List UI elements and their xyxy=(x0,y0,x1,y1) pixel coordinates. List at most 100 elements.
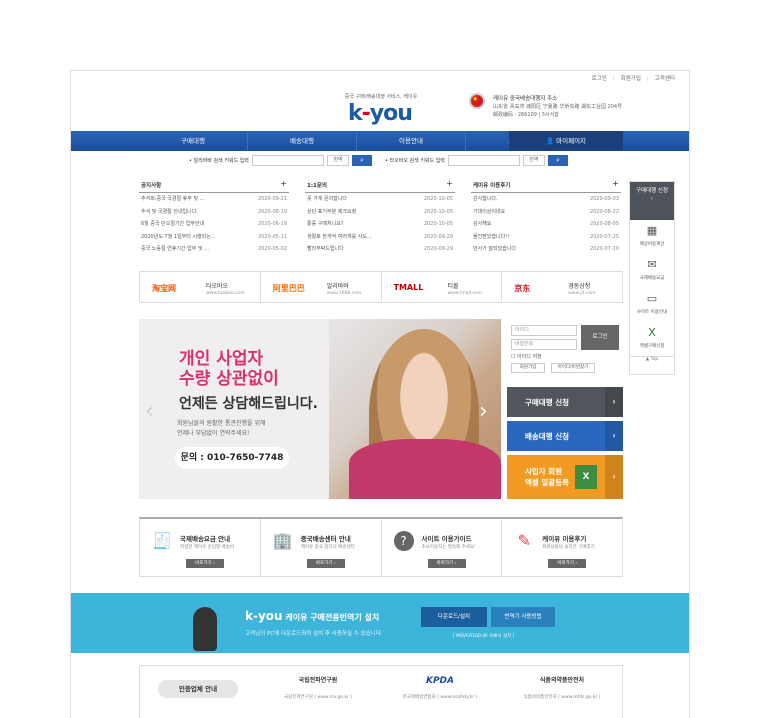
top-button[interactable]: ▲ Top xyxy=(630,356,674,366)
chevron-right-icon: › xyxy=(605,421,623,451)
list-item[interactable]: 중국 노동절 연휴기간 업무 및 ... 2020-05-02 xyxy=(139,243,289,256)
list-item[interactable]: 통증 구매처니요? 2020-10-05 xyxy=(305,218,455,231)
list-item[interactable]: 감사해요 2020-08-05 xyxy=(471,218,621,231)
alibaba-search-input[interactable] xyxy=(251,155,324,166)
page-frame: 로그인 회원가입 고객센터 중국 구매/배송대행 서비스, 케이유 k-you … xyxy=(70,70,690,718)
taobao-search-label: • 타오바오 검색 키워드 입력 xyxy=(385,158,445,164)
list-item[interactable]: 만사가 잘되었습니다 2020-07-10 xyxy=(471,243,621,256)
building-icon: 🏢 xyxy=(272,531,293,550)
translator-title: k-you 케이유 구매전용번역기 설치 xyxy=(245,609,380,623)
purchase-apply-button[interactable]: 구매대행 신청 › xyxy=(507,387,623,417)
more-icon[interactable]: + xyxy=(612,179,619,188)
alibaba-search-label: • 알리바바 검색 키워드 입력 xyxy=(189,158,249,164)
board-title: 1:1문의 xyxy=(307,183,327,189)
main-nav: 구매대행 배송대행 이용안내 고객센터 👤 마이페이지 xyxy=(71,131,689,151)
list-item[interactable]: 생활로 한개씩 여러개를 사도... 2020-09-29 xyxy=(305,231,455,244)
taobao-search-icon[interactable]: ⌕ xyxy=(547,155,568,166)
site-logo[interactable]: k-you xyxy=(348,101,413,126)
alibaba-logo: 阿里巴巴 xyxy=(272,284,305,293)
address-zip: 邮政编码 : 266109 | 5사서함 xyxy=(493,112,559,118)
alibaba-search-icon[interactable]: ⌕ xyxy=(351,155,372,166)
shop-taobao[interactable]: 淘宝网 타오바오 www.taobao.com xyxy=(140,272,261,302)
more-icon[interactable]: + xyxy=(446,179,453,188)
go-button[interactable]: 바로가기 › xyxy=(186,559,224,568)
go-button[interactable]: 바로가기 › xyxy=(548,559,587,568)
go-button[interactable]: 바로가기 › xyxy=(427,559,466,568)
dll-link[interactable]: [ MSVCR100.dll 오류시 설치 ] xyxy=(453,633,514,639)
certification: 인증업체 안내 국립전파연구원 국립전파연구원 ( www.rra.go.kr … xyxy=(139,665,623,718)
list-item[interactable]: 추석회:중국 국경절 휴무 및 ... 2020-09-21 xyxy=(139,193,289,206)
address-line: 山东省 青岛市 城阳区 宁夏路 华侨东路 湖东工业园 204号 xyxy=(493,104,623,110)
cert-mfds[interactable]: 식품의약품안전처 식품의약품안전처 ( www.mfds.go.kr ) xyxy=(504,674,620,700)
nav-purchase[interactable]: 구매대행 xyxy=(139,131,248,151)
alibaba-search: • 알리바바 검색 키워드 입력 번역 ⌕ xyxy=(189,155,372,166)
password-field[interactable]: 비밀번호 xyxy=(511,339,577,350)
find-account-button[interactable]: 아이디/비번찾기 xyxy=(551,363,595,373)
monitor-icon: ▭ xyxy=(646,292,658,305)
taobao-logo: 淘宝网 xyxy=(152,284,176,293)
prev-arrow-icon[interactable]: ‹ xyxy=(145,399,154,424)
list-item[interactable]: 감사합니다. 2020-09-03 xyxy=(471,193,621,206)
mfds-logo: 식품의약품안전처 xyxy=(539,677,585,684)
sidebar-item-estimate[interactable]: ▦ 예상비용계산 xyxy=(630,220,674,254)
list-item[interactable]: 추석 및 국경절 안내입니다. 2020-08-19 xyxy=(139,206,289,219)
brand-slogan: 중국 구매/배송대행 서비스, 케이유 xyxy=(344,94,418,100)
quick-sidebar: 구매대행 신청 › ▦ 예상비용계산 ✉ 국제배송요금 ▭ 사이트 이용안내 X 엑셀구매… xyxy=(629,181,675,375)
sidebar-purchase-apply[interactable]: 구매대행 신청 › xyxy=(630,182,674,220)
shop-tmall[interactable]: TMALL 티몰 www.tmall.com xyxy=(382,272,503,302)
join-button[interactable]: 회원가입 xyxy=(511,363,545,373)
shop-links: 淘宝网 타오바오 www.taobao.com 阿里巴巴 알리바바 www.16… xyxy=(139,271,623,303)
cs-link[interactable]: 고객센터 xyxy=(647,74,675,82)
list-item[interactable]: 6월 중국 단오절기간 업무안내 2020-06-19 xyxy=(139,218,289,231)
main-banner[interactable]: 개인 사업자 수량 상관없이 언제든 상담해드립니다. 회원님들의 원활한 통관진… xyxy=(139,319,501,499)
taobao-search-input[interactable] xyxy=(447,155,520,166)
cert-rra[interactable]: 국립전파연구원 국립전파연구원 ( www.rra.go.kr ) xyxy=(260,674,376,700)
save-id-checkbox[interactable]: ☐ 아이디 저장 xyxy=(511,353,621,360)
banner-desc: 회원님들의 원활한 통관진행을 위해 언제나 부담없이 연락주세요! xyxy=(177,420,266,437)
receipt-icon: 🧾 xyxy=(152,531,172,550)
cert-kpda[interactable]: KPDA 한국택배업연합회 ( www.ksafety.kr ) xyxy=(382,674,498,700)
join-link[interactable]: 회원가입 xyxy=(613,74,641,82)
howto-button[interactable]: 번역기 사용방법 xyxy=(491,607,555,627)
sidebar-item-shipping-fee[interactable]: ✉ 국제배송요금 xyxy=(630,254,674,288)
go-button[interactable]: 바로가기 › xyxy=(306,559,345,568)
nav-shipping[interactable]: 배송대행 xyxy=(248,131,357,151)
nav-guide[interactable]: 이용안내 xyxy=(357,131,466,151)
translator-banner: k-you 케이유 구매전용번역기 설치 고객님의 PC에 다운로드하여 설치 … xyxy=(71,593,689,653)
login-button[interactable]: 로그인 xyxy=(581,325,619,350)
info-shipping-fee: 🧾 국제배송요금 안내 저렴한 케이유 운임별 배송비 바로가기 › xyxy=(140,519,261,576)
list-item[interactable]: 물건받았습니다!! 2020-07-25 xyxy=(471,231,621,244)
consultant-photo xyxy=(329,319,501,499)
list-item[interactable]: 상단 표기부분 체크요청 2020-10-05 xyxy=(305,206,455,219)
login-link[interactable]: 로그인 xyxy=(592,74,607,82)
jd-logo: 京东 xyxy=(514,284,531,293)
kpda-logo: KPDA xyxy=(425,676,454,686)
nav-mypage[interactable]: 👤 마이페이지 xyxy=(509,131,623,151)
excel-icon: X xyxy=(648,326,656,339)
login-box: 아이디 비밀번호 로그인 ☐ 아이디 저장 회원가입 아이디/비번찾기 xyxy=(511,325,621,381)
shop-jd[interactable]: 京东 경동상청 www.jd.com xyxy=(502,272,622,302)
shipping-apply-button[interactable]: 배송대행 신청 › xyxy=(507,421,623,451)
rra-logo: 국립전파연구원 xyxy=(298,677,338,684)
address-title: 케이유 중국배송대행지 주소 xyxy=(493,96,558,102)
list-item[interactable]: 빨리부탁드립니다 2020-09-29 xyxy=(305,243,455,256)
excel-upload-button[interactable]: 사업자 회원 엑셀 일괄등록 X › xyxy=(507,455,623,499)
id-field[interactable]: 아이디 xyxy=(511,325,577,336)
excel-icon: X xyxy=(575,465,597,489)
sidebar-item-guide[interactable]: ▭ 사이트 이용안내 xyxy=(630,288,674,322)
board-qna: 1:1문의 + 옷 가게 문의합니다 2020-10-05 상단 표기부분 체크요청… xyxy=(305,179,455,256)
list-item[interactable]: 옷 가게 문의합니다 2020-10-05 xyxy=(305,193,455,206)
list-item[interactable]: 2020년도 7월 1일부터 시행되는... 2020-05-11 xyxy=(139,231,289,244)
next-arrow-icon[interactable]: › xyxy=(479,399,488,424)
taobao-translate-button[interactable]: 번역 xyxy=(522,155,545,166)
alibaba-translate-button[interactable]: 번역 xyxy=(326,155,349,166)
shop-alibaba[interactable]: 阿里巴巴 알리바바 www.1688.com xyxy=(261,272,382,302)
list-item[interactable]: 기대이상이네요 2020-08-22 xyxy=(471,206,621,219)
calculator-icon: ▦ xyxy=(646,224,658,237)
board-review: 케이유 이용후기 + 감사합니다. 2020-09-03 기대이상이네요 2020-0… xyxy=(471,179,621,256)
translator-desc: 고객님의 PC에 다운로드하여 설치 후 사용하실 수 있습니다. xyxy=(245,631,383,637)
download-button[interactable]: 다운로드/설치 xyxy=(421,607,487,627)
more-icon[interactable]: + xyxy=(280,179,287,188)
sidebar-item-excel[interactable]: X 엑셀구매신청 xyxy=(630,322,674,356)
board-title: 케이유 이용후기 xyxy=(473,183,511,189)
